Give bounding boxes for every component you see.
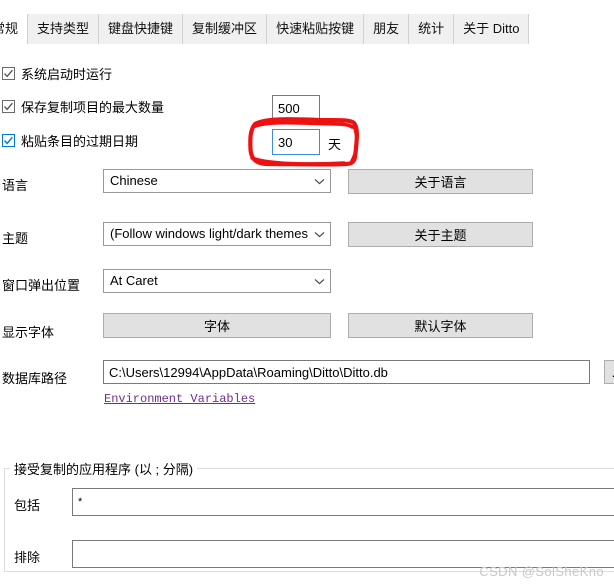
about-theme-button[interactable]: 关于主题: [348, 222, 533, 247]
max-copies-value: 500: [278, 100, 300, 116]
label-db-path: 数据库路径: [2, 371, 68, 386]
checkbox-row-expire-date[interactable]: 粘贴条目的过期日期: [2, 131, 138, 150]
max-copies-input[interactable]: 500: [272, 95, 320, 121]
expire-days-input[interactable]: 30: [272, 129, 320, 155]
checkbox-max-copies[interactable]: [2, 100, 15, 113]
checkbox-label: 粘贴条目的过期日期: [21, 134, 139, 149]
chevron-down-icon[interactable]: [308, 223, 330, 245]
checkbox-row-run-at-startup[interactable]: 系统启动时运行: [2, 64, 112, 83]
label-display-font: 显示字体: [2, 325, 55, 340]
accepted-apps-groupbox-title: 接受复制的应用程序 (以 ; 分隔): [10, 459, 198, 478]
tab-general[interactable]: 常规: [0, 14, 29, 44]
tab-label: 复制缓冲区: [192, 21, 258, 36]
theme-combobox[interactable]: (Follow windows light/dark themes): [103, 222, 331, 246]
font-button-label: 字体: [203, 319, 230, 334]
tab-label: 常规: [0, 21, 19, 36]
theme-selected-value: (Follow windows light/dark themes): [110, 226, 308, 241]
about-language-label: 关于语言: [414, 175, 467, 190]
tab-label: 统计: [418, 21, 445, 36]
checkmark-icon: [4, 102, 13, 111]
include-apps-value: *: [78, 495, 83, 508]
tab-label: 朋友: [373, 21, 400, 36]
tab-bar: 常规 支持类型 键盘快捷键 复制缓冲区 快速粘贴按键 朋友 统计 关于 Ditt…: [0, 14, 530, 44]
popup-position-selected-value: At Caret: [110, 273, 158, 288]
label-theme: 主题: [2, 231, 29, 246]
label-language: 语言: [2, 178, 29, 193]
tab-label: 支持类型: [37, 21, 90, 36]
label-include: 包括: [14, 498, 41, 513]
chevron-down-icon[interactable]: [308, 170, 330, 192]
label-popup-position: 窗口弹出位置: [2, 278, 81, 293]
font-button[interactable]: 字体: [103, 313, 331, 338]
db-path-browse-button[interactable]: ...: [604, 360, 614, 384]
checkbox-expire-date[interactable]: [2, 134, 15, 147]
tab-about-ditto[interactable]: 关于 Ditto: [454, 14, 530, 44]
tab-label: 快速粘贴按键: [276, 21, 355, 36]
checkbox-label: 保存复制项目的最大数量: [21, 100, 165, 115]
expire-days-unit-label: 天: [328, 137, 342, 152]
tab-copy-buffers[interactable]: 复制缓冲区: [183, 14, 268, 44]
general-settings-panel: 系统启动时运行 保存复制项目的最大数量 粘贴条目的过期日期 500 30 天 语…: [0, 44, 614, 587]
checkbox-label: 系统启动时运行: [21, 67, 113, 82]
checkbox-run-at-startup[interactable]: [2, 67, 15, 80]
tab-keyboard-shortcuts[interactable]: 键盘快捷键: [99, 14, 184, 44]
tab-quick-paste-keys[interactable]: 快速粘贴按键: [267, 14, 365, 44]
tab-label: 关于 Ditto: [463, 21, 520, 36]
popup-position-combobox[interactable]: At Caret: [103, 269, 331, 293]
checkbox-row-max-copies[interactable]: 保存复制项目的最大数量: [2, 97, 164, 116]
tab-friends[interactable]: 朋友: [364, 14, 410, 44]
language-combobox[interactable]: Chinese: [103, 169, 331, 193]
about-theme-label: 关于主题: [414, 228, 467, 243]
csdn-watermark: CSDN @SolSheKno: [479, 564, 604, 579]
environment-variables-link[interactable]: Environment Variables: [104, 392, 255, 406]
checkmark-icon: [3, 136, 13, 145]
default-font-button-label: 默认字体: [414, 319, 467, 334]
checkmark-icon: [4, 69, 13, 78]
language-selected-value: Chinese: [110, 173, 158, 188]
tab-statistics[interactable]: 统计: [409, 14, 455, 44]
about-language-button[interactable]: 关于语言: [348, 169, 533, 194]
tab-label: 键盘快捷键: [108, 21, 174, 36]
db-path-input[interactable]: C:\Users\12994\AppData\Roaming\Ditto\Dit…: [103, 360, 590, 384]
db-path-value: C:\Users\12994\AppData\Roaming\Ditto\Dit…: [109, 364, 388, 380]
include-apps-input[interactable]: *: [72, 488, 614, 516]
default-font-button[interactable]: 默认字体: [348, 313, 533, 338]
tab-supported-types[interactable]: 支持类型: [28, 14, 100, 44]
label-exclude: 排除: [14, 550, 41, 565]
chevron-down-icon[interactable]: [308, 270, 330, 292]
expire-days-value: 30: [278, 134, 293, 150]
